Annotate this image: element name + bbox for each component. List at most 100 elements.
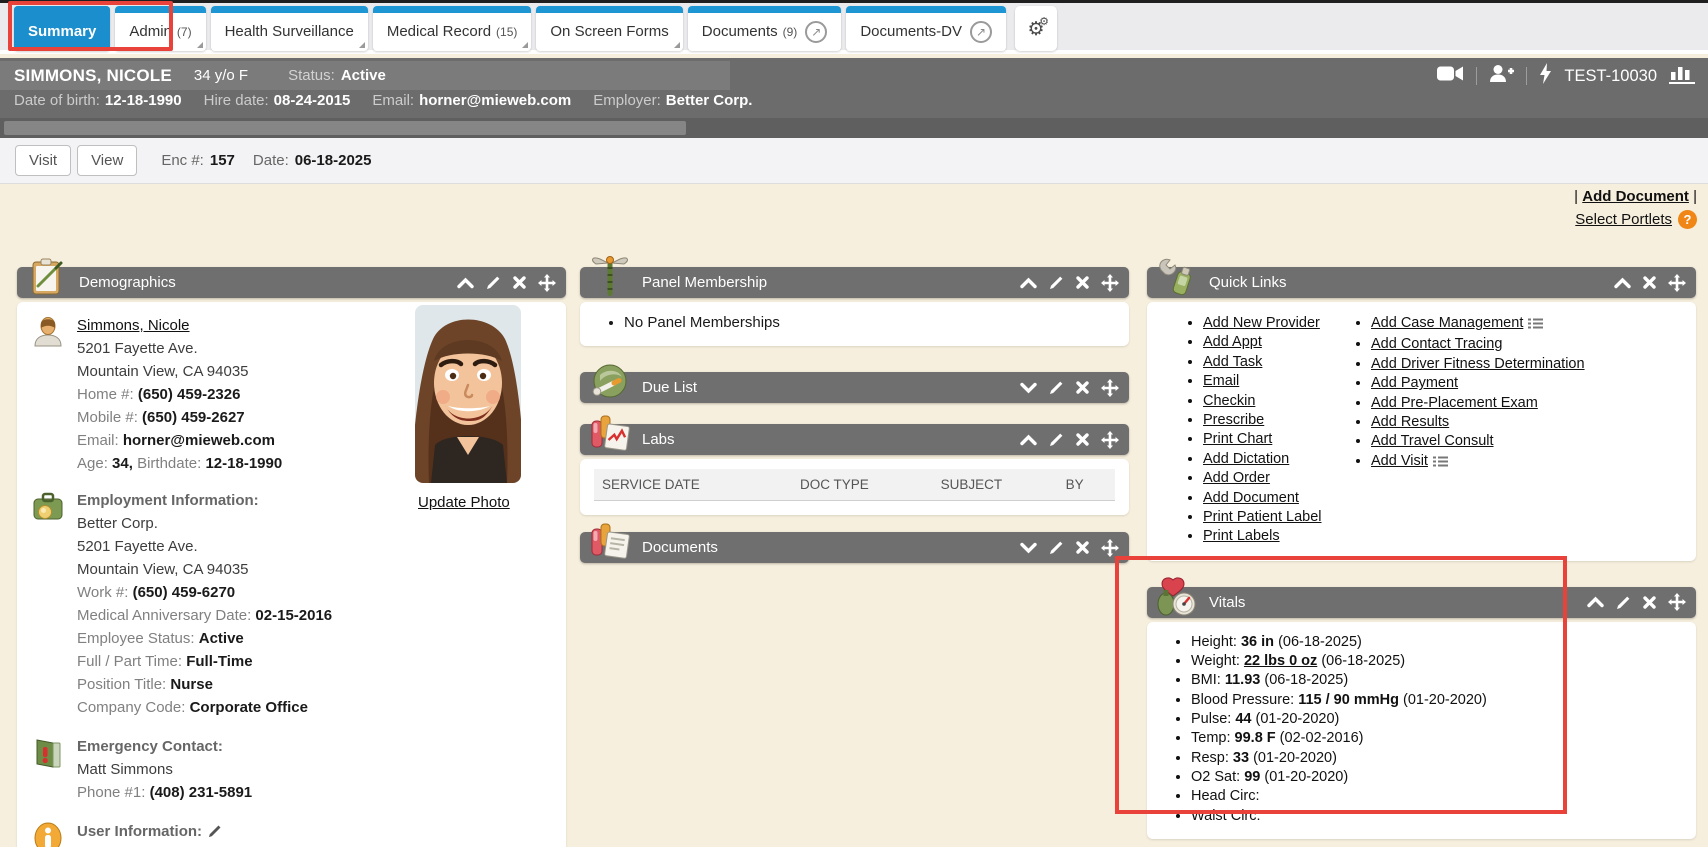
- quick-link[interactable]: Print Labels: [1203, 527, 1359, 546]
- close-icon[interactable]: [1643, 276, 1656, 289]
- quick-link[interactable]: Add New Provider: [1203, 314, 1359, 333]
- horizontal-scrollbar[interactable]: [0, 118, 1708, 138]
- list-menu-icon[interactable]: [1528, 316, 1543, 335]
- edit-icon[interactable]: [1049, 380, 1064, 395]
- video-call-icon[interactable]: [1437, 65, 1464, 87]
- edit-icon[interactable]: [1049, 275, 1064, 290]
- edit-icon[interactable]: [1616, 595, 1631, 610]
- edit-user-info-icon[interactable]: [208, 825, 222, 842]
- edit-icon[interactable]: [486, 275, 501, 290]
- close-icon[interactable]: [1076, 541, 1089, 554]
- list-menu-icon[interactable]: [1433, 454, 1448, 473]
- quick-link[interactable]: Add Document: [1203, 489, 1359, 508]
- add-document-link[interactable]: Add Document: [1582, 188, 1689, 205]
- quick-link[interactable]: Add Case Management: [1371, 314, 1659, 335]
- column-middle: Panel Membership No Panel Memberships Du…: [580, 267, 1129, 563]
- portlet-header[interactable]: Documents: [580, 532, 1129, 563]
- view-button[interactable]: View: [77, 145, 137, 176]
- move-icon[interactable]: [1668, 274, 1686, 292]
- tab-documents-dv[interactable]: Documents-DV↗: [846, 6, 1006, 51]
- column-header[interactable]: SERVICE DATE: [594, 469, 792, 500]
- tab-medical-record[interactable]: Medical Record(15): [373, 6, 532, 51]
- quick-link[interactable]: Add Payment: [1371, 374, 1659, 393]
- quick-link[interactable]: Email: [1203, 372, 1359, 391]
- update-photo-link[interactable]: Update Photo: [418, 494, 510, 511]
- tab-settings-button[interactable]: ⚙ ⚙: [1015, 6, 1057, 51]
- collapse-icon[interactable]: [1587, 596, 1604, 608]
- collapse-icon[interactable]: [457, 277, 474, 289]
- close-icon[interactable]: [1076, 433, 1089, 446]
- quick-link[interactable]: Print Chart: [1203, 430, 1359, 449]
- demographics-body: Simmons, Nicole 5201 Fayette Ave. Mounta…: [17, 302, 566, 847]
- portlet-tools: [1020, 372, 1119, 403]
- portlet-header[interactable]: Demographics: [17, 267, 566, 298]
- tab-health-surveillance[interactable]: Health Surveillance: [211, 6, 368, 51]
- tab-admin[interactable]: Admin(7): [115, 6, 205, 51]
- help-icon[interactable]: ?: [1678, 210, 1697, 229]
- external-link-icon[interactable]: ↗: [805, 21, 827, 43]
- close-icon[interactable]: [1643, 596, 1656, 609]
- close-icon[interactable]: [513, 276, 526, 289]
- portlet-header[interactable]: Vitals: [1147, 587, 1696, 618]
- tab-on-screen-forms[interactable]: On Screen Forms: [536, 6, 682, 51]
- close-icon[interactable]: [1076, 276, 1089, 289]
- quick-link[interactable]: Add Results: [1371, 413, 1659, 432]
- portlet-header[interactable]: Quick Links: [1147, 267, 1696, 298]
- employer-address: 5201 Fayette Ave.: [77, 535, 556, 558]
- quick-link[interactable]: Add Appt: [1203, 333, 1359, 352]
- expand-icon[interactable]: [1020, 542, 1037, 554]
- move-icon[interactable]: [1101, 274, 1119, 292]
- bolt-icon[interactable]: [1539, 63, 1552, 89]
- tab-label: Documents: [702, 23, 778, 40]
- quick-link[interactable]: Add Order: [1203, 469, 1359, 488]
- quick-link[interactable]: Checkin: [1203, 392, 1359, 411]
- close-icon[interactable]: [1076, 381, 1089, 394]
- column-header[interactable]: SUBJECT: [933, 469, 1058, 500]
- column-header[interactable]: DOC TYPE: [792, 469, 933, 500]
- tab-count: (9): [783, 25, 798, 39]
- quick-links-body: Add New Provider Add Appt Add Task Email…: [1147, 302, 1696, 561]
- quick-link[interactable]: Prescribe: [1203, 411, 1359, 430]
- patient-name-link[interactable]: Simmons, Nicole: [77, 317, 190, 334]
- flowsheet-chart-icon[interactable]: [1669, 63, 1696, 89]
- status-label: Status:: [288, 67, 335, 84]
- column-header[interactable]: BY: [1058, 469, 1115, 500]
- quick-link[interactable]: Add Pre-Placement Exam: [1371, 394, 1659, 413]
- weight-link[interactable]: 22 lbs 0 oz: [1244, 653, 1317, 669]
- move-icon[interactable]: [1668, 593, 1686, 611]
- tab-documents[interactable]: Documents (9) ↗: [688, 6, 842, 51]
- move-icon[interactable]: [1101, 379, 1119, 397]
- quick-link[interactable]: Add Visit: [1371, 452, 1659, 473]
- move-icon[interactable]: [1101, 431, 1119, 449]
- edit-icon[interactable]: [1049, 540, 1064, 555]
- collapse-icon[interactable]: [1020, 434, 1037, 446]
- edit-icon[interactable]: [1049, 432, 1064, 447]
- move-icon[interactable]: [1101, 539, 1119, 557]
- move-icon[interactable]: [538, 274, 556, 292]
- portlet-title: Labs: [642, 431, 675, 448]
- portlet-tools: [1020, 267, 1119, 298]
- quick-link[interactable]: Print Patient Label: [1203, 508, 1359, 527]
- select-portlets-row: Select Portlets ?: [1574, 210, 1697, 229]
- scrollbar-thumb[interactable]: [4, 121, 686, 135]
- quick-link[interactable]: Add Driver Fitness Determination: [1371, 355, 1659, 374]
- portlet-header[interactable]: Due List: [580, 372, 1129, 403]
- collapse-icon[interactable]: [1020, 277, 1037, 289]
- portlet-header[interactable]: Labs: [580, 424, 1129, 455]
- portlet-title: Panel Membership: [642, 274, 767, 291]
- vital-row-waist-circ: Waist Circ:: [1191, 807, 1696, 826]
- quick-link[interactable]: Add Travel Consult: [1371, 432, 1659, 451]
- add-person-icon[interactable]: [1489, 64, 1514, 88]
- tab-summary[interactable]: Summary: [14, 6, 110, 51]
- external-link-icon[interactable]: ↗: [970, 21, 992, 43]
- quick-link[interactable]: Add Task: [1203, 353, 1359, 372]
- column-right: Quick Links Add New Provider Add Appt Ad…: [1147, 267, 1696, 839]
- quick-links-column-1: Add New Provider Add Appt Add Task Email…: [1147, 314, 1359, 547]
- expand-icon[interactable]: [1020, 382, 1037, 394]
- quick-link[interactable]: Add Dictation: [1203, 450, 1359, 469]
- portlet-header[interactable]: Panel Membership: [580, 267, 1129, 298]
- visit-button[interactable]: Visit: [15, 145, 71, 176]
- collapse-icon[interactable]: [1614, 277, 1631, 289]
- select-portlets-link[interactable]: Select Portlets: [1575, 211, 1672, 228]
- quick-link[interactable]: Add Contact Tracing: [1371, 335, 1659, 354]
